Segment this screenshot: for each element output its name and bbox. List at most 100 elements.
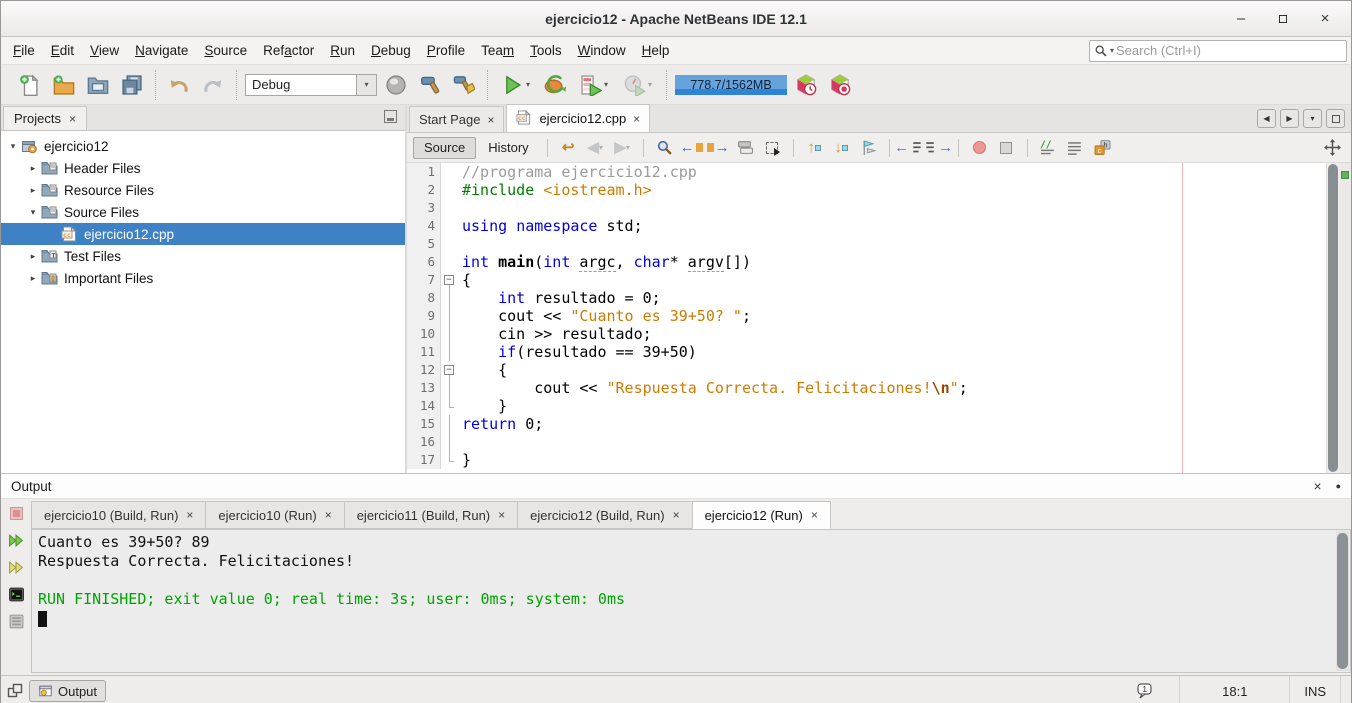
collapse-arrow-icon[interactable]: ▾ — [27, 207, 39, 218]
output-scrollbar[interactable] — [1336, 531, 1349, 671]
scroll-tabs-left-button[interactable]: ◀ — [1257, 109, 1276, 128]
scroll-tabs-right-button[interactable]: ▶ — [1280, 109, 1299, 128]
line-number[interactable]: 14 — [407, 397, 441, 415]
uncomment-button[interactable] — [1063, 136, 1088, 160]
redo-button[interactable] — [198, 70, 228, 100]
code-editor[interactable]: 1//programa ejercicio12.cpp2#include <io… — [407, 163, 1351, 473]
tree-item-source-files[interactable]: ▾Source Files — [1, 201, 405, 223]
quick-search[interactable]: ▾ — [1089, 40, 1347, 62]
line-number[interactable]: 9 — [407, 307, 441, 325]
find-next-button[interactable]: → — [706, 136, 731, 160]
line-number[interactable]: 12 — [407, 361, 441, 379]
find-prev-button[interactable]: ← — [679, 136, 704, 160]
history-view-button[interactable]: History — [478, 137, 538, 159]
chevron-down-icon[interactable]: ▾ — [604, 81, 608, 89]
chevron-down-icon[interactable]: ▾ — [356, 75, 376, 95]
output-tab-ejercicio10-run-[interactable]: ejercicio10 (Run)× — [205, 501, 343, 529]
menu-file[interactable]: File — [5, 39, 43, 62]
float-output-icon[interactable]: ● — [1336, 481, 1341, 491]
menu-view[interactable]: View — [82, 39, 127, 62]
menu-help[interactable]: Help — [634, 39, 678, 62]
close-icon[interactable]: × — [498, 508, 505, 522]
profile-button[interactable]: ▾ — [618, 70, 658, 100]
comment-button[interactable]: // — [1036, 136, 1061, 160]
rerun-button[interactable] — [6, 530, 26, 550]
editor-scrollbar-thumb[interactable] — [1328, 164, 1338, 472]
menu-profile[interactable]: Profile — [419, 39, 473, 62]
error-stripe[interactable] — [1339, 163, 1351, 473]
close-output-icon[interactable]: × — [1314, 479, 1322, 494]
menu-team[interactable]: Team — [473, 39, 522, 62]
editor-scrollbar[interactable] — [1326, 163, 1339, 473]
shift-right-button[interactable]: → — [925, 136, 950, 160]
line-number[interactable]: 2 — [407, 181, 441, 199]
expand-arrow-icon[interactable]: ▸ — [27, 185, 39, 196]
close-icon[interactable]: × — [673, 508, 680, 522]
output-tab-ejercicio10-build-run-[interactable]: ejercicio10 (Build, Run)× — [31, 501, 205, 529]
output-tab-ejercicio12-run-[interactable]: ejercicio12 (Run)× — [692, 501, 831, 529]
header-source-button[interactable]: hc — [1090, 136, 1115, 160]
restore-window-group-icon[interactable] — [7, 683, 23, 699]
config-select[interactable]: Debug▾ — [245, 74, 377, 96]
source-view-button[interactable]: Source — [413, 137, 476, 159]
maximize-button[interactable] — [1275, 11, 1291, 27]
macro-record-button[interactable] — [967, 136, 992, 160]
terminal-button[interactable] — [6, 584, 26, 604]
output-console[interactable]: Cuanto es 39+50? 89Respuesta Correcta. F… — [31, 529, 1351, 673]
output-scrollbar-thumb[interactable] — [1337, 533, 1348, 669]
stop-run-button[interactable] — [6, 503, 26, 523]
shift-left-button[interactable]: ← — [898, 136, 923, 160]
output-tab-ejercicio11-build-run-[interactable]: ejercicio11 (Build, Run)× — [344, 501, 517, 529]
find-button[interactable] — [652, 136, 677, 160]
new-project-button[interactable] — [49, 70, 79, 100]
tree-item-ejercicio12[interactable]: ▾ejercicio12 — [1, 135, 405, 157]
line-number[interactable]: 8 — [407, 289, 441, 307]
chevron-down-icon[interactable]: ▾ — [526, 81, 530, 89]
expand-arrow-icon[interactable]: ▸ — [27, 163, 39, 174]
expand-arrow-icon[interactable]: ▸ — [27, 273, 39, 284]
save-all-button[interactable] — [117, 70, 147, 100]
maximize-editor-button[interactable] — [1326, 109, 1345, 128]
rect-select-button[interactable] — [760, 136, 785, 160]
menu-edit[interactable]: Edit — [43, 39, 82, 62]
expand-arrow-icon[interactable]: ▸ — [27, 251, 39, 262]
io-settings-button[interactable] — [6, 611, 26, 631]
line-number[interactable]: 10 — [407, 325, 441, 343]
menu-source[interactable]: Source — [196, 39, 255, 62]
tree-item-resource-files[interactable]: ▸Resource Files — [1, 179, 405, 201]
menu-tools[interactable]: Tools — [522, 39, 570, 62]
profile-stop-button[interactable] — [825, 70, 855, 100]
editor-tab-ejercicio12-cpp[interactable]: ccejercicio12.cpp× — [506, 104, 650, 132]
debug-button[interactable] — [540, 70, 570, 100]
line-number[interactable]: 5 — [407, 235, 441, 253]
build-button[interactable] — [415, 70, 445, 100]
highlight-button[interactable] — [733, 136, 758, 160]
menu-navigate[interactable]: Navigate — [127, 39, 196, 62]
bookmark-toggle-button[interactable] — [856, 136, 881, 160]
line-number[interactable]: 11 — [407, 343, 441, 361]
forward-button[interactable]: ▶▾ — [610, 136, 635, 160]
new-file-button[interactable] — [15, 70, 45, 100]
close-icon[interactable]: × — [69, 112, 76, 126]
bookmark-prev-button[interactable]: ↑ — [802, 136, 827, 160]
back-button[interactable]: ◀▾ — [583, 136, 608, 160]
fold-column[interactable]: − — [441, 361, 458, 379]
line-number[interactable]: 1 — [407, 163, 441, 181]
editor-tab-start-page[interactable]: Start Page× — [409, 106, 504, 132]
chevron-down-icon[interactable]: ▾ — [648, 81, 652, 89]
split-document-button[interactable] — [1320, 136, 1345, 160]
last-edit-button[interactable]: ↩ — [556, 136, 581, 160]
tab-list-button[interactable]: ▾ — [1303, 109, 1322, 128]
close-icon[interactable]: × — [487, 113, 494, 127]
clean-build-button[interactable] — [449, 70, 479, 100]
profile-clock-button[interactable] — [791, 70, 821, 100]
minimize-panel-button[interactable] — [384, 110, 397, 123]
search-input[interactable] — [1116, 43, 1342, 58]
menu-run[interactable]: Run — [322, 39, 363, 62]
sphere-button[interactable] — [381, 70, 411, 100]
line-number[interactable]: 6 — [407, 253, 441, 271]
line-number[interactable]: 4 — [407, 217, 441, 235]
line-number[interactable]: 17 — [407, 451, 441, 469]
debug-step-button[interactable]: ▾ — [574, 70, 614, 100]
close-icon[interactable]: × — [633, 112, 640, 126]
